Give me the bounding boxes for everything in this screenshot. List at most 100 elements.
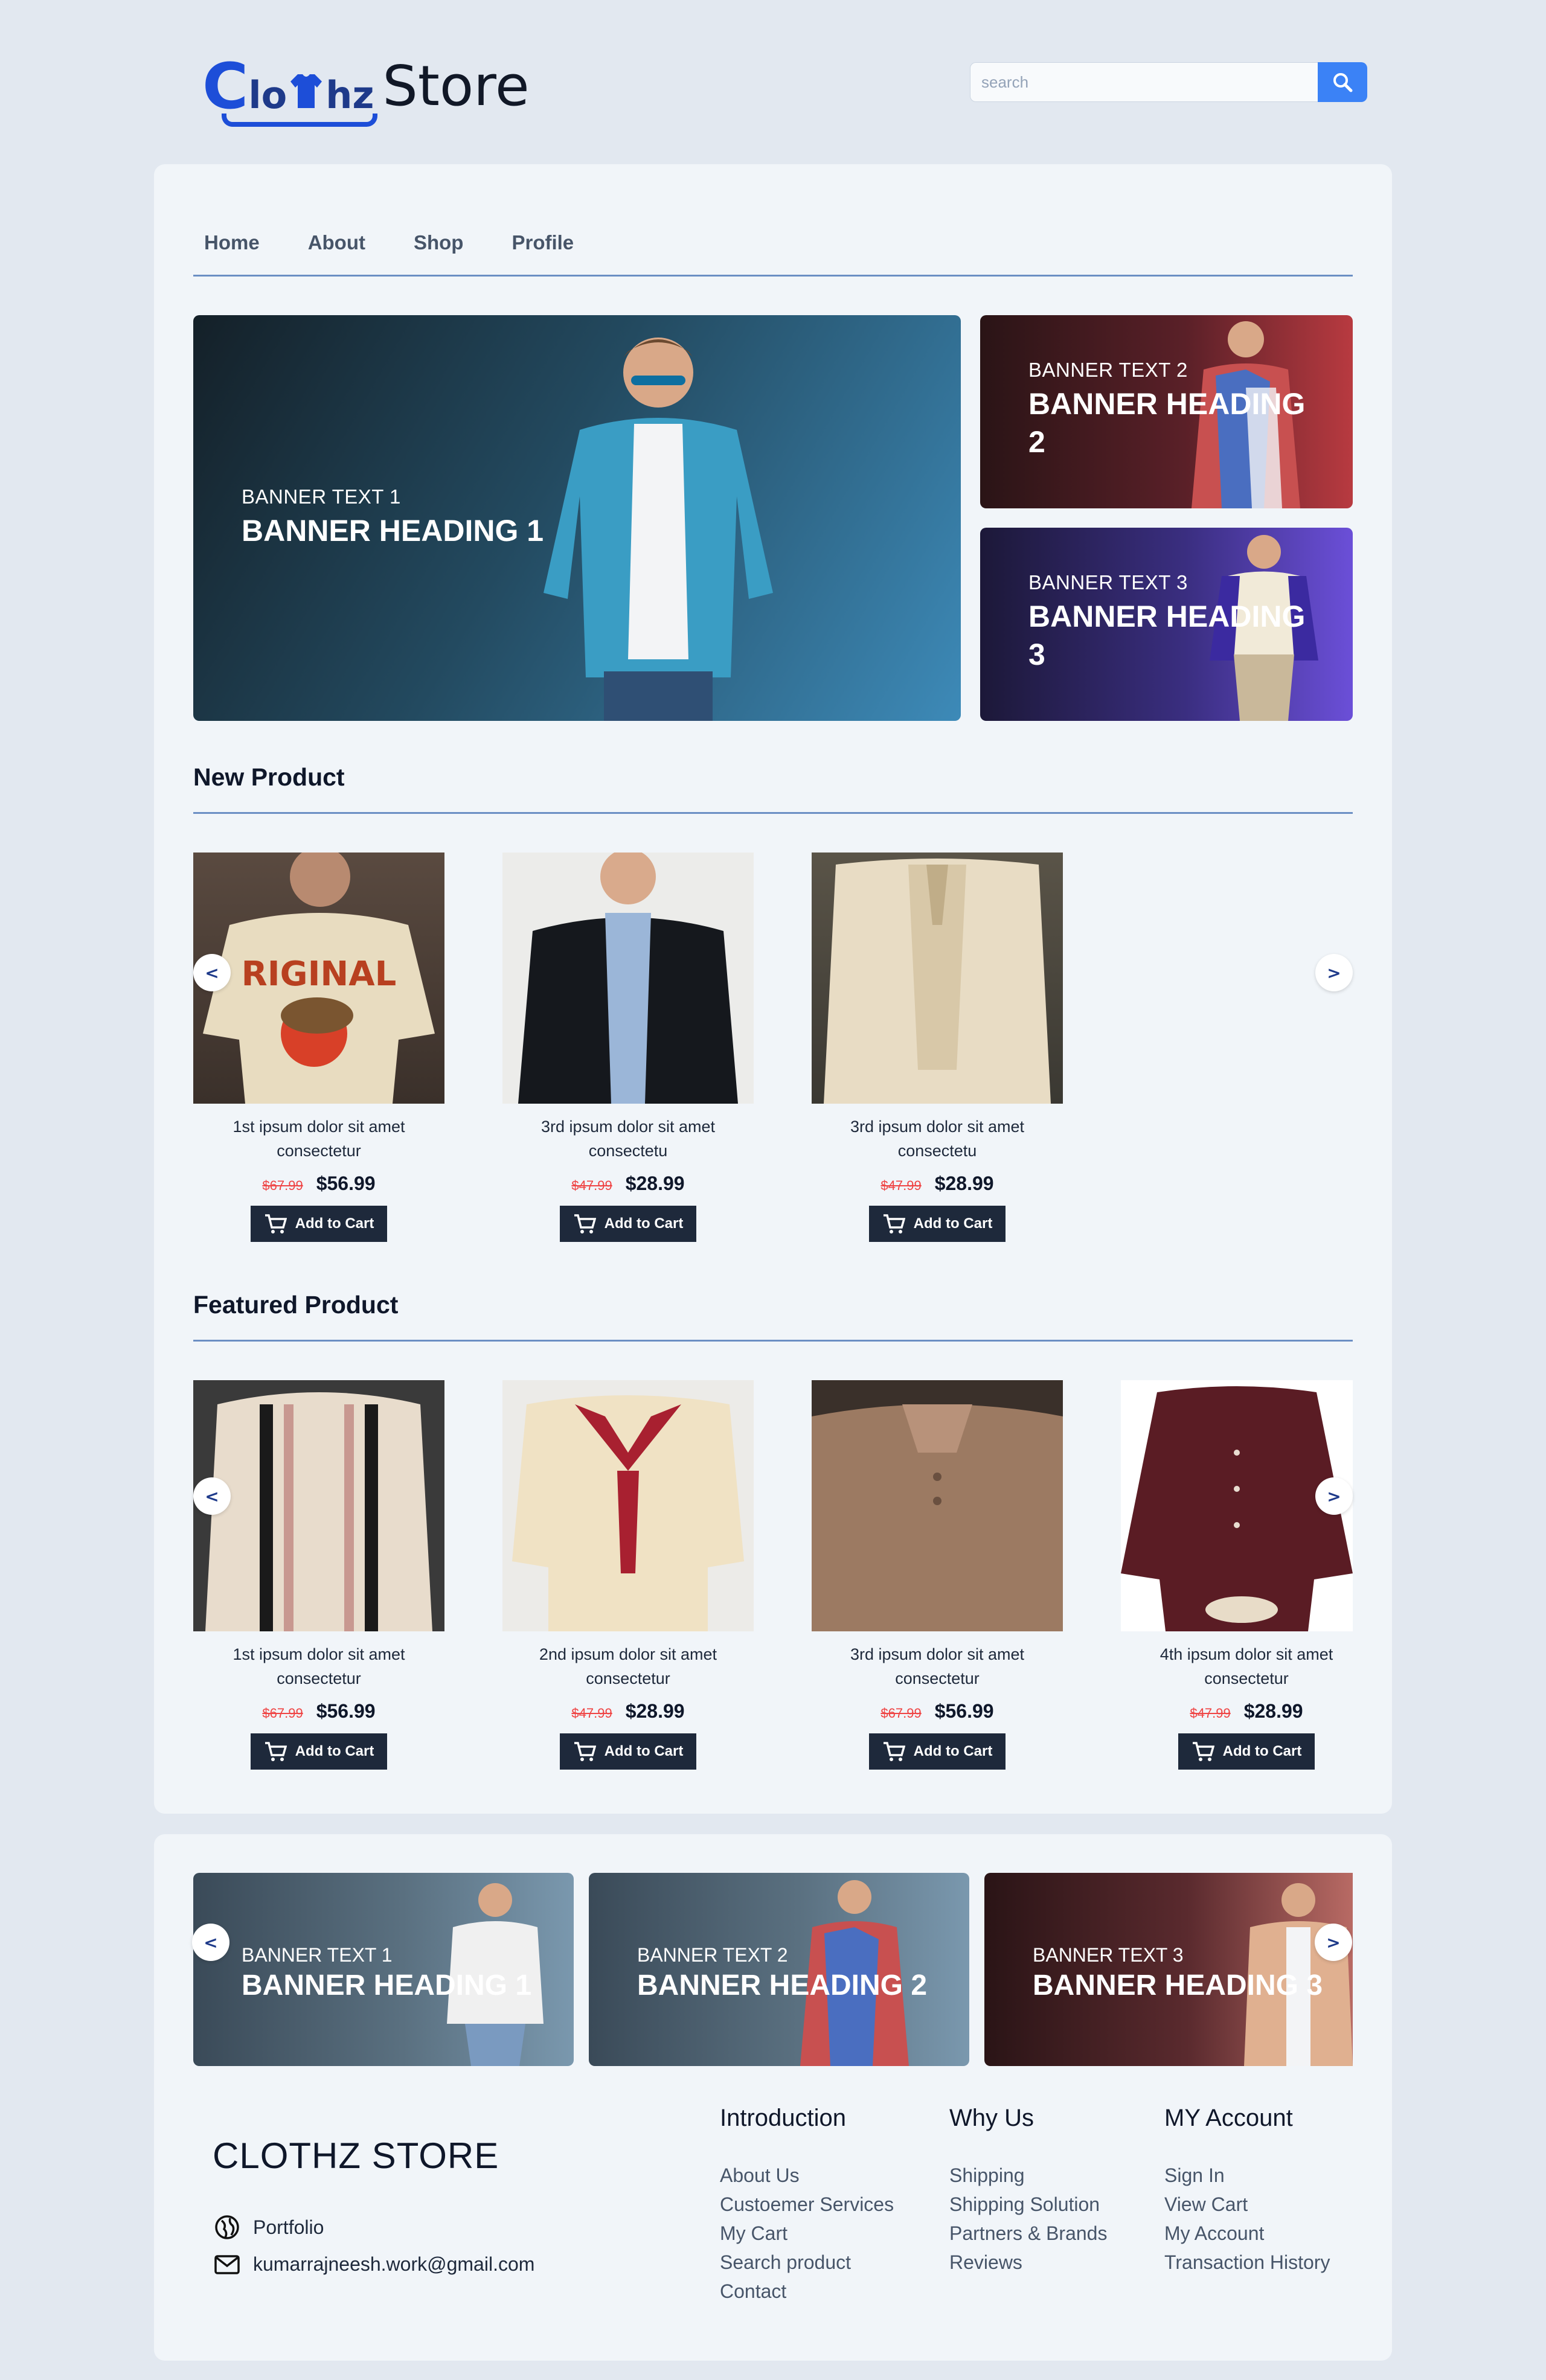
product-name-line1: 3rd ipsum dolor sit amet xyxy=(850,1118,1025,1136)
add-to-cart-label: Add to Cart xyxy=(295,1215,374,1232)
nav-about[interactable]: About xyxy=(308,225,365,261)
footer-column-title: Introduction xyxy=(720,2105,847,2131)
footer-banner-prev-arrow[interactable]: < xyxy=(192,1924,229,1961)
product-name-line1: 3rd ipsum dolor sit amet xyxy=(850,1645,1025,1663)
sale-price: $28.99 xyxy=(625,1172,685,1194)
footer-link-contact[interactable]: Contact xyxy=(720,2277,894,2306)
footer-banner-next-arrow[interactable]: > xyxy=(1315,1924,1352,1961)
new-product-image[interactable] xyxy=(812,853,1063,1104)
footer-banner-1-heading: BANNER HEADING 1 xyxy=(242,1969,532,2001)
add-to-cart-label: Add to Cart xyxy=(913,1743,993,1759)
product-name-line2: consectetu xyxy=(588,1142,668,1160)
featured-product-next-arrow[interactable]: > xyxy=(1315,1477,1353,1515)
logo-wordmark: C lo hz Store xyxy=(202,47,530,126)
hero-banner-3-subtitle: BANNER TEXT 3 xyxy=(1028,571,1188,593)
featured-product-card[interactable]: 4th ipsum dolor sit amet consectetur $47… xyxy=(1121,1380,1372,1770)
new-product-card[interactable]: RIGINAL 1st ipsum dolor sit amet consect… xyxy=(193,853,444,1242)
product-name-line2: consectetur xyxy=(277,1669,361,1687)
add-to-cart-button[interactable]: Add to Cart xyxy=(1178,1733,1315,1770)
portfolio-link[interactable]: Portfolio xyxy=(214,2215,324,2240)
footer-link-my-account[interactable]: My Account xyxy=(1164,2219,1330,2248)
svg-text:RIGINAL: RIGINAL xyxy=(242,955,397,994)
new-product-image[interactable] xyxy=(502,853,754,1104)
product-name-line2: consectetur xyxy=(895,1669,980,1687)
search-bar xyxy=(970,62,1367,102)
nav-home[interactable]: Home xyxy=(204,225,260,261)
add-to-cart-label: Add to Cart xyxy=(604,1743,684,1759)
hero-banner-1-heading: BANNER HEADING 1 xyxy=(242,514,544,548)
featured-product-card[interactable]: 2nd ipsum dolor sit amet consectetur $47… xyxy=(502,1380,754,1770)
hero-banner-2[interactable]: BANNER TEXT 2 BANNER HEADING 2 xyxy=(980,315,1353,508)
footer-link-my-cart[interactable]: My Cart xyxy=(720,2219,894,2248)
footer-column-why-us: Why Us Shipping Shipping Solution Partne… xyxy=(949,2105,1107,2277)
featured-product-card[interactable]: 1st ipsum dolor sit amet consectetur $67… xyxy=(193,1380,444,1770)
add-to-cart-button[interactable]: Add to Cart xyxy=(251,1206,387,1242)
hero-banner-2-heading-line2: 2 xyxy=(1028,424,1045,459)
hero-banner-1[interactable]: BANNER TEXT 1 BANNER HEADING 1 xyxy=(193,315,961,721)
hero-banner-1-text: BANNER TEXT 1 BANNER HEADING 1 xyxy=(242,485,544,550)
add-to-cart-button[interactable]: Add to Cart xyxy=(869,1733,1006,1770)
product-name-line2: consectetur xyxy=(586,1669,670,1687)
new-product-image[interactable]: RIGINAL xyxy=(193,853,444,1104)
email-link[interactable]: kumarrajneesh.work@gmail.com xyxy=(214,2253,534,2276)
product-name-line1: 1st ipsum dolor sit amet xyxy=(233,1118,405,1136)
footer-banner-2-heading: BANNER HEADING 2 xyxy=(637,1969,928,2001)
product-name-line1: 1st ipsum dolor sit amet xyxy=(233,1645,405,1663)
add-to-cart-button[interactable]: Add to Cart xyxy=(560,1206,696,1242)
add-to-cart-button[interactable]: Add to Cart xyxy=(869,1206,1006,1242)
nav-shop[interactable]: Shop xyxy=(414,225,463,261)
footer-link-shipping[interactable]: Shipping xyxy=(949,2161,1107,2190)
nav-profile[interactable]: Profile xyxy=(512,225,574,261)
featured-product-prev-arrow[interactable]: < xyxy=(193,1477,231,1515)
nav-divider xyxy=(193,275,1353,277)
footer-link-sign-in[interactable]: Sign In xyxy=(1164,2161,1330,2190)
footer-link-view-cart[interactable]: View Cart xyxy=(1164,2190,1330,2219)
featured-product-image[interactable] xyxy=(502,1380,754,1631)
footer-link-customer-services[interactable]: Custoemer Services xyxy=(720,2190,894,2219)
hero-banner-3[interactable]: BANNER TEXT 3 BANNER HEADING 3 xyxy=(980,528,1353,721)
footer-link-shipping-solution[interactable]: Shipping Solution xyxy=(949,2190,1107,2219)
new-product-card[interactable]: 3rd ipsum dolor sit amet consectetu $47.… xyxy=(502,853,754,1242)
footer-link-transaction-history[interactable]: Transaction History xyxy=(1164,2248,1330,2277)
search-button[interactable] xyxy=(1318,62,1367,102)
black-jacket-image xyxy=(518,853,738,1104)
logo-store-word: Store xyxy=(382,54,530,118)
footer-banner-2[interactable]: BANNER TEXT 2 BANNER HEADING 2 xyxy=(589,1873,969,2066)
new-product-next-arrow[interactable]: > xyxy=(1315,954,1353,991)
search-input[interactable] xyxy=(970,62,1318,102)
footer-link-partners-brands[interactable]: Partners & Brands xyxy=(949,2219,1107,2248)
eagle-print-shirt-image xyxy=(512,1395,744,1631)
featured-product-image[interactable] xyxy=(812,1380,1063,1631)
product-name-line1: 2nd ipsum dolor sit amet xyxy=(539,1645,717,1663)
cart-icon xyxy=(574,1742,596,1761)
cart-icon xyxy=(265,1214,287,1233)
new-product-divider xyxy=(193,812,1353,814)
price-row: $47.99 $28.99 xyxy=(502,1700,754,1723)
old-price: $67.99 xyxy=(262,1706,303,1721)
footer-banner-3-heading: BANNER HEADING 3 xyxy=(1033,1969,1323,2001)
product-name: 2nd ipsum dolor sit amet consectetur xyxy=(502,1642,754,1691)
new-product-prev-arrow[interactable]: < xyxy=(193,954,231,991)
add-to-cart-button[interactable]: Add to Cart xyxy=(560,1733,696,1770)
old-price: $47.99 xyxy=(571,1706,612,1721)
price-row: $67.99 $56.99 xyxy=(193,1700,444,1723)
featured-product-image[interactable] xyxy=(193,1380,444,1631)
email-address: kumarrajneesh.work@gmail.com xyxy=(253,2253,535,2275)
new-product-card[interactable]: 3rd ipsum dolor sit amet consectetu $47.… xyxy=(812,853,1063,1242)
featured-product-card[interactable]: 3rd ipsum dolor sit amet consectetur $67… xyxy=(812,1380,1063,1770)
footer-banner-3[interactable]: BANNER TEXT 3 BANNER HEADING 3 xyxy=(984,1873,1353,2066)
footer-brand-title: CLOTHZ STORE xyxy=(213,2135,499,2176)
sale-price: $28.99 xyxy=(934,1172,994,1194)
product-name: 3rd ipsum dolor sit amet consectetu xyxy=(812,1115,1063,1163)
sale-price: $56.99 xyxy=(316,1700,376,1722)
old-price: $67.99 xyxy=(880,1706,922,1721)
hero-banner-2-heading-line1: BANNER HEADING xyxy=(1028,387,1306,421)
price-row: $67.99 $56.99 xyxy=(812,1700,1063,1723)
footer-link-search-product[interactable]: Search product xyxy=(720,2248,894,2277)
add-to-cart-button[interactable]: Add to Cart xyxy=(251,1733,387,1770)
footer-link-reviews[interactable]: Reviews xyxy=(949,2248,1107,2277)
store-logo[interactable]: C lo hz Store xyxy=(202,47,530,127)
product-name-line2: consectetur xyxy=(1204,1669,1289,1687)
footer-link-about-us[interactable]: About Us xyxy=(720,2161,894,2190)
footer-banner-1[interactable]: BANNER TEXT 1 BANNER HEADING 1 xyxy=(193,1873,574,2066)
